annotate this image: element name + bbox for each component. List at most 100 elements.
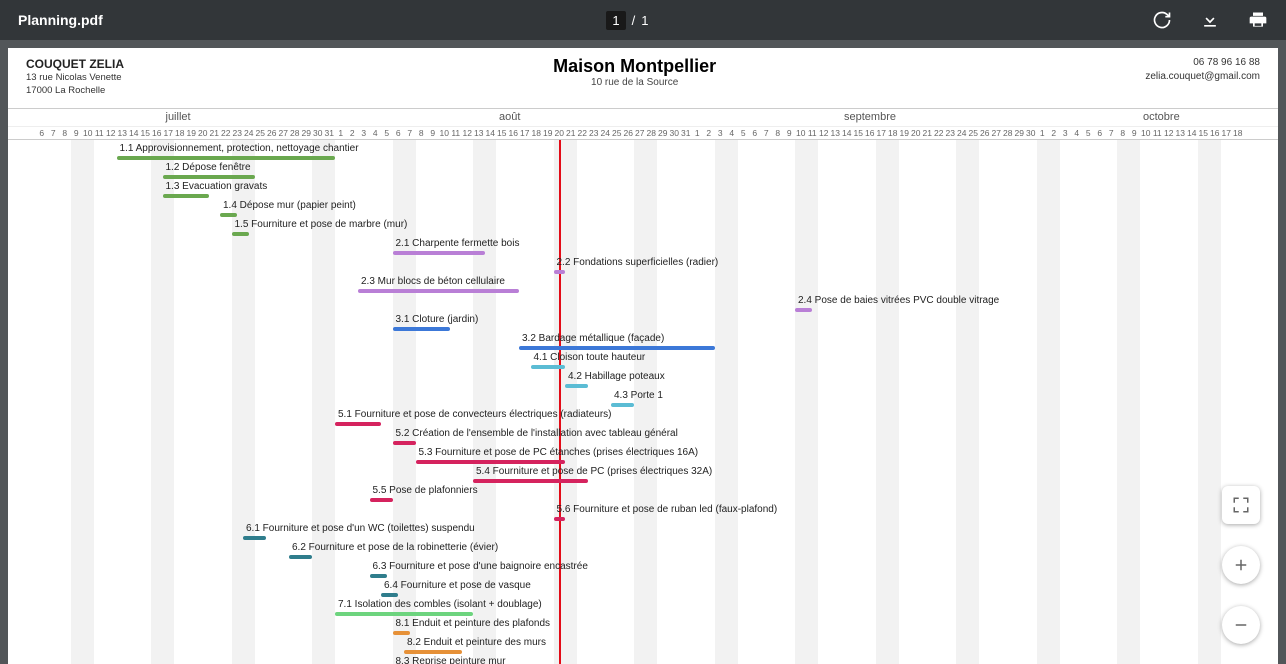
day-label: 9 [784, 128, 796, 138]
gantt-task-label: 4.3 Porte 1 [614, 390, 663, 401]
gantt-task-label: 7.1 Isolation des combles (isolant + dou… [338, 599, 542, 610]
day-label: 27 [634, 128, 646, 138]
gantt-bar [473, 479, 588, 483]
pdf-filename: Planning.pdf [18, 12, 103, 28]
day-label: 8 [59, 128, 71, 138]
day-label: 2 [347, 128, 359, 138]
day-label: 22 [220, 128, 232, 138]
day-label: 11 [1152, 128, 1164, 138]
page-indicator: 1 / 1 [606, 11, 648, 30]
day-label: 29 [657, 128, 669, 138]
day-label: 13 [830, 128, 842, 138]
day-label: 21 [922, 128, 934, 138]
day-label: 18 [887, 128, 899, 138]
gantt-row: 5.1 Fourniture et pose de convecteurs él… [8, 410, 1278, 429]
gantt-task-label: 1.5 Fourniture et pose de marbre (mur) [235, 219, 408, 230]
day-label: 24 [600, 128, 612, 138]
gantt-row: 1.4 Dépose mur (papier peint) [8, 201, 1278, 220]
gantt-bar [795, 308, 812, 312]
day-label: 13 [473, 128, 485, 138]
gantt-row: 5.5 Pose de plafonniers [8, 486, 1278, 505]
day-label: 28 [646, 128, 658, 138]
zoom-out-button[interactable] [1222, 606, 1260, 644]
day-label: 22 [577, 128, 589, 138]
gantt-bar [358, 289, 519, 293]
day-label: 27 [278, 128, 290, 138]
page-sep: / [632, 13, 636, 28]
month-label: juillet [166, 111, 191, 123]
day-label: 26 [623, 128, 635, 138]
day-label: 8 [1117, 128, 1129, 138]
gantt-bar [370, 498, 393, 502]
gantt-bar [243, 536, 266, 540]
day-label: 15 [1198, 128, 1210, 138]
day-label: 4 [726, 128, 738, 138]
day-label: 25 [611, 128, 623, 138]
gantt-bar [289, 555, 312, 559]
day-label: 17 [163, 128, 175, 138]
gantt-task-label: 2.2 Fondations superficielles (radier) [557, 257, 719, 268]
day-label: 23 [232, 128, 244, 138]
day-label: 7 [761, 128, 773, 138]
project-title: Maison Montpellier [553, 56, 716, 77]
day-label: 26 [266, 128, 278, 138]
day-label: 14 [485, 128, 497, 138]
gantt-bar [335, 422, 381, 426]
day-label: 7 [1106, 128, 1118, 138]
day-label: 31 [324, 128, 336, 138]
gantt-task-label: 3.1 Cloture (jardin) [396, 314, 479, 325]
day-label: 17 [1221, 128, 1233, 138]
gantt-task-label: 4.2 Habillage poteaux [568, 371, 665, 382]
day-label: 10 [795, 128, 807, 138]
pdf-page: COUQUET ZELIA 13 rue Nicolas Venette 170… [8, 48, 1278, 664]
day-label: 29 [1014, 128, 1026, 138]
gantt-task-label: 2.1 Charpente fermette bois [396, 238, 520, 249]
gantt-row: 3.2 Bardage métallique (façade) [8, 334, 1278, 353]
gantt-row: 5.4 Fourniture et pose de PC (prises éle… [8, 467, 1278, 486]
print-icon[interactable] [1248, 10, 1268, 30]
download-icon[interactable] [1200, 10, 1220, 30]
day-label: 17 [876, 128, 888, 138]
gantt-task-label: 6.4 Fourniture et pose de vasque [384, 580, 531, 591]
gantt-task-label: 6.2 Fourniture et pose de la robinetteri… [292, 542, 498, 553]
day-label: 12 [818, 128, 830, 138]
gantt-bar [335, 612, 473, 616]
day-label: 9 [71, 128, 83, 138]
gantt-bar [393, 251, 485, 255]
gantt-bar [393, 327, 451, 331]
gantt-task-label: 5.3 Fourniture et pose de PC étanches (p… [419, 447, 699, 458]
day-label: 12 [105, 128, 117, 138]
day-label: 18 [174, 128, 186, 138]
gantt-row: 8.2 Enduit et peinture des murs [8, 638, 1278, 657]
gantt-task-label: 8.1 Enduit et peinture des plafonds [396, 618, 551, 629]
gantt-bar [611, 403, 634, 407]
month-label: septembre [844, 111, 896, 123]
day-label: 11 [450, 128, 462, 138]
day-label: 22 [933, 128, 945, 138]
gantt-row: 5.6 Fourniture et pose de ruban led (fau… [8, 505, 1278, 524]
gantt-row: 1.3 Evacuation gravats [8, 182, 1278, 201]
day-label: 15 [140, 128, 152, 138]
gantt-task-label: 5.4 Fourniture et pose de PC (prises éle… [476, 466, 712, 477]
day-label: 16 [508, 128, 520, 138]
gantt-row: 4.1 Cloison toute hauteur [8, 353, 1278, 372]
gantt-bar [393, 631, 410, 635]
gantt-row: 5.3 Fourniture et pose de PC étanches (p… [8, 448, 1278, 467]
day-label: 16 [864, 128, 876, 138]
day-label: 10 [82, 128, 94, 138]
day-label: 14 [1186, 128, 1198, 138]
fit-to-page-button[interactable] [1222, 486, 1260, 524]
gantt-bar [404, 650, 462, 654]
zoom-in-button[interactable] [1222, 546, 1260, 584]
day-label: 2 [703, 128, 715, 138]
day-label: 3 [1060, 128, 1072, 138]
day-label: 18 [1232, 128, 1244, 138]
contact-block: 06 78 96 16 88 zelia.couquet@gmail.com [1145, 56, 1260, 83]
gantt-bar [163, 175, 255, 179]
gantt-bar [370, 574, 387, 578]
rotate-icon[interactable] [1152, 10, 1172, 30]
client-addr-line2: 17000 La Rochelle [26, 85, 124, 98]
day-label: 20 [554, 128, 566, 138]
gantt-task-label: 3.2 Bardage métallique (façade) [522, 333, 664, 344]
gantt-bar [531, 365, 566, 369]
